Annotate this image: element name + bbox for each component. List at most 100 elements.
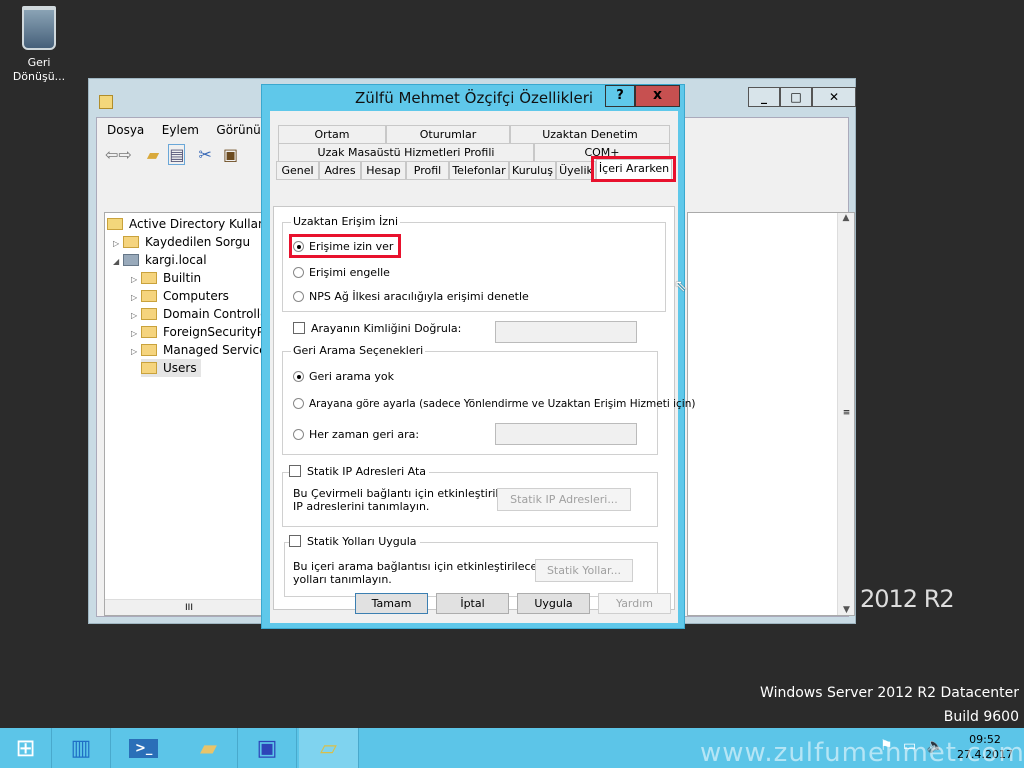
radio-deny-access[interactable]: Erişimi engelle bbox=[293, 266, 390, 280]
static-ip-button[interactable]: Statik IP Adresleri... bbox=[497, 488, 631, 511]
scroll-thumb-grip: III bbox=[185, 603, 193, 613]
recycle-bin-label: Geri Dönüşü... bbox=[12, 56, 66, 83]
tree-view[interactable]: Active Directory Kullanıcıla ▷Kaydedilen… bbox=[104, 212, 272, 616]
expand-icon[interactable]: ▷ bbox=[131, 343, 141, 361]
option-label: Statik Yolları Uygula bbox=[307, 535, 417, 548]
tree-label: kargi.local bbox=[145, 253, 207, 267]
properties-dialog[interactable]: Zülfü Mehmet Özçifçi Özellikleri ? x Ort… bbox=[261, 84, 695, 629]
checkbox[interactable] bbox=[289, 535, 301, 547]
admin-tools-button[interactable]: ▣ bbox=[238, 728, 297, 768]
close-button[interactable]: ✕ bbox=[812, 87, 856, 107]
minimize-button[interactable]: _ bbox=[748, 87, 780, 107]
radio-no-callback[interactable]: Geri arama yok bbox=[293, 370, 394, 384]
radio-button[interactable] bbox=[293, 398, 304, 409]
option-label: NPS Ağ İlkesi aracılığıyla erişimi denet… bbox=[309, 290, 529, 303]
horizontal-scrollbar[interactable]: III bbox=[105, 599, 271, 615]
scroll-down-icon[interactable]: ▼ bbox=[838, 605, 855, 615]
folder-explorer-icon: ▰ bbox=[200, 735, 217, 761]
tree-item-computers[interactable]: ▷ Computers bbox=[131, 287, 229, 305]
apply-button[interactable]: Uygula bbox=[517, 593, 590, 614]
folder-icon bbox=[141, 362, 157, 374]
tab-profil[interactable]: Profil bbox=[406, 161, 449, 180]
folder-icon bbox=[141, 344, 157, 356]
tab-uzaktan-denetim[interactable]: Uzaktan Denetim bbox=[510, 125, 670, 144]
static-routes-group: Statik Yolları Uygula Bu içeri arama bağ… bbox=[284, 535, 658, 597]
tree-item-users[interactable]: Users bbox=[141, 359, 201, 377]
tree-item-managed-service[interactable]: ▷ Managed Service A bbox=[131, 341, 271, 361]
tab-telefonlar[interactable]: Telefonlar bbox=[449, 161, 509, 180]
radio-button[interactable] bbox=[293, 429, 304, 440]
desc-line: IP adreslerini tanımlayın. bbox=[293, 500, 430, 513]
tab-genel[interactable]: Genel bbox=[276, 161, 319, 180]
radio-caller-set[interactable]: Arayana göre ayarla (sadece Yönlendirme … bbox=[293, 397, 695, 411]
details-pane[interactable]: ▲ ≡ ▼ bbox=[687, 212, 855, 616]
maximize-button[interactable]: □ bbox=[780, 87, 812, 107]
help-dialog-button[interactable]: Yardım bbox=[598, 593, 671, 614]
folder-icon bbox=[141, 326, 157, 338]
group-legend: Geri Arama Seçenekleri bbox=[291, 344, 426, 357]
snapin-icon bbox=[107, 218, 123, 230]
recycle-bin[interactable]: Geri Dönüşü... bbox=[8, 6, 70, 84]
option-label: Arayana göre ayarla (sadece Yönlendirme … bbox=[309, 398, 696, 410]
menu-dosya[interactable]: Dosya bbox=[107, 123, 144, 137]
explorer-button[interactable]: ▰ bbox=[180, 728, 238, 768]
scroll-thumb[interactable]: ≡ bbox=[838, 408, 855, 418]
callback-number-input[interactable] bbox=[495, 423, 637, 445]
recycle-bin-icon bbox=[22, 6, 56, 50]
radio-button[interactable] bbox=[293, 267, 304, 278]
verify-caller-checkbox[interactable]: Arayanın Kimliğini Doğrula: bbox=[293, 322, 461, 336]
collapse-icon[interactable]: ◢ bbox=[113, 253, 123, 271]
tree-item-builtin[interactable]: ▷ Builtin bbox=[131, 269, 201, 287]
cancel-button[interactable]: İptal bbox=[436, 593, 509, 614]
app-icon bbox=[99, 95, 113, 109]
option-label: Statik IP Adresleri Ata bbox=[307, 465, 427, 478]
menu-eylem[interactable]: Eylem bbox=[162, 123, 199, 137]
scroll-up-icon[interactable]: ▲ bbox=[838, 213, 854, 223]
tree-item-root[interactable]: Active Directory Kullanıcıla bbox=[107, 215, 271, 233]
ok-button[interactable]: Tamam bbox=[355, 593, 428, 614]
start-button[interactable]: ⊞ bbox=[0, 728, 52, 768]
up-folder-icon[interactable]: ▰ bbox=[147, 145, 159, 164]
tab-adres[interactable]: Adres bbox=[319, 161, 361, 180]
option-label: Erişimi engelle bbox=[309, 266, 390, 279]
static-ip-checkbox[interactable]: Statik IP Adresleri Ata bbox=[289, 465, 430, 479]
tab-kurulus[interactable]: Kuruluş bbox=[509, 161, 556, 180]
mouse-cursor-icon: ⇖ bbox=[674, 276, 688, 295]
tree-item-domain[interactable]: ◢ kargi.local bbox=[113, 251, 207, 269]
server-manager-icon: ▥ bbox=[70, 735, 92, 761]
show-pane-icon[interactable]: ▤ bbox=[168, 144, 186, 165]
server-manager-button[interactable]: ▥ bbox=[52, 728, 111, 768]
tree-label: Users bbox=[163, 361, 197, 375]
tab-ortam[interactable]: Ortam bbox=[278, 125, 386, 144]
radio-always-callback[interactable]: Her zaman geri ara: bbox=[293, 428, 419, 442]
forward-icon[interactable]: ⇨ bbox=[118, 145, 131, 164]
tree-item-saved-queries[interactable]: ▷ Kaydedilen Sorgu bbox=[113, 233, 250, 251]
tab-uyelik[interactable]: Üyelik bbox=[556, 161, 596, 180]
remote-access-group: Uzaktan Erişim İzni Erişime izin ver Eri… bbox=[282, 215, 666, 312]
tab-hesap[interactable]: Hesap bbox=[361, 161, 406, 180]
tree-label: Active Directory Kullanıcıla bbox=[129, 217, 271, 231]
tab-oturumlar[interactable]: Oturumlar bbox=[386, 125, 510, 144]
help-button[interactable]: ? bbox=[605, 85, 635, 107]
os-edition: Windows Server 2012 R2 Datacenter bbox=[760, 685, 1019, 701]
checkbox[interactable] bbox=[289, 465, 301, 477]
clipboard-icon[interactable]: ▣ bbox=[223, 145, 238, 164]
vertical-scrollbar[interactable]: ▲ ≡ ▼ bbox=[837, 213, 854, 615]
tree-item-foreign-security[interactable]: ▷ ForeignSecurityPrin bbox=[131, 323, 271, 341]
close-button[interactable]: x bbox=[635, 85, 680, 107]
static-routes-button[interactable]: Statik Yollar... bbox=[535, 559, 633, 582]
folder-icon bbox=[123, 236, 139, 248]
radio-button[interactable] bbox=[293, 291, 304, 302]
aduc-taskbar-button[interactable]: ▱ bbox=[299, 728, 359, 768]
option-label: Her zaman geri ara: bbox=[309, 428, 420, 441]
tree-item-domain-controllers[interactable]: ▷ Domain Controllers bbox=[131, 305, 271, 323]
cut-icon[interactable]: ✂ bbox=[199, 145, 212, 164]
verify-caller-input[interactable] bbox=[495, 321, 637, 343]
static-ip-description: Bu Çevirmeli bağlantı için etkinleştiril… bbox=[293, 487, 524, 513]
radio-button[interactable] bbox=[293, 371, 304, 382]
radio-nps-control[interactable]: NPS Ağ İlkesi aracılığıyla erişimi denet… bbox=[293, 290, 529, 304]
checkbox[interactable] bbox=[293, 322, 305, 334]
back-icon[interactable]: ⇦ bbox=[105, 145, 118, 164]
tab-rds-profile[interactable]: Uzak Masaüstü Hizmetleri Profili bbox=[278, 143, 534, 162]
static-routes-checkbox[interactable]: Statik Yolları Uygula bbox=[289, 535, 420, 549]
